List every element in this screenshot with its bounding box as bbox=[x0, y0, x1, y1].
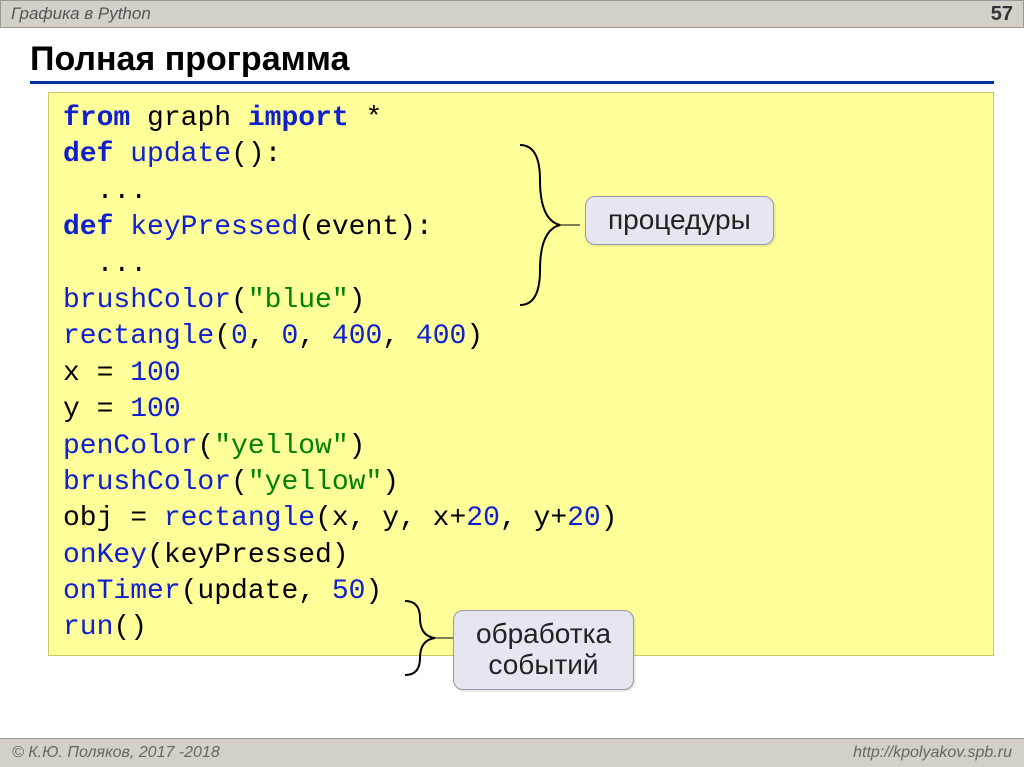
footer-link[interactable]: http://kpolyakov.spb.ru bbox=[853, 744, 1012, 762]
callout-events: обработка событий bbox=[453, 610, 634, 690]
header-topic: Графика в Python bbox=[11, 4, 151, 24]
paren-close: ) bbox=[601, 503, 618, 534]
callout-line1: обработка bbox=[476, 618, 611, 649]
callout-line2: событий bbox=[488, 649, 598, 680]
paren-close: ) bbox=[349, 431, 366, 462]
kw-from: from bbox=[63, 103, 130, 134]
paren: (event): bbox=[298, 212, 432, 243]
fn-update: update bbox=[130, 139, 231, 170]
content-area: Полная программа from graph import * def… bbox=[0, 28, 1024, 656]
comma: , bbox=[382, 321, 416, 352]
paren-close: ) bbox=[466, 321, 483, 352]
page-number: 57 bbox=[991, 3, 1013, 26]
num: 0 bbox=[281, 321, 298, 352]
star: * bbox=[366, 103, 383, 134]
args: (keyPressed) bbox=[147, 540, 349, 571]
paren-open: ( bbox=[231, 285, 248, 316]
fn-keypressed: keyPressed bbox=[130, 212, 298, 243]
assign: obj = bbox=[63, 503, 164, 534]
str-blue: "blue" bbox=[248, 285, 349, 316]
assign: x = bbox=[63, 358, 130, 389]
args: () bbox=[113, 612, 147, 643]
num: 100 bbox=[130, 358, 180, 389]
callout-text: процедуры bbox=[608, 204, 751, 235]
num: 400 bbox=[332, 321, 382, 352]
fn-pencolor: penColor bbox=[63, 431, 197, 462]
fn-run: run bbox=[63, 612, 113, 643]
module-name: graph bbox=[147, 103, 231, 134]
footer-copyright: © К.Ю. Поляков, 2017 -2018 bbox=[12, 744, 220, 762]
paren-close: ) bbox=[365, 576, 382, 607]
str-yellow: "yellow" bbox=[214, 431, 348, 462]
fn-brushcolor: brushColor bbox=[63, 285, 231, 316]
section-title: Полная программа bbox=[30, 40, 994, 84]
kw-def: def bbox=[63, 139, 113, 170]
num: 100 bbox=[130, 394, 180, 425]
fn-rectangle: rectangle bbox=[164, 503, 315, 534]
header-bar: Графика в Python 57 bbox=[0, 0, 1024, 28]
args: (update, bbox=[181, 576, 332, 607]
str-yellow: "yellow" bbox=[248, 467, 382, 498]
args: , y+ bbox=[500, 503, 567, 534]
paren-open: ( bbox=[214, 321, 231, 352]
num: 20 bbox=[466, 503, 500, 534]
fn-onkey: onKey bbox=[63, 540, 147, 571]
callout-procedures: процедуры bbox=[585, 196, 774, 245]
comma: , bbox=[248, 321, 282, 352]
ellipsis: ... bbox=[63, 176, 147, 207]
paren: (): bbox=[231, 139, 281, 170]
args: (x, y, x+ bbox=[315, 503, 466, 534]
num: 0 bbox=[231, 321, 248, 352]
fn-ontimer: onTimer bbox=[63, 576, 181, 607]
paren-close: ) bbox=[349, 285, 366, 316]
kw-import: import bbox=[248, 103, 349, 134]
comma: , bbox=[298, 321, 332, 352]
footer-bar: © К.Ю. Поляков, 2017 -2018 http://kpolya… bbox=[0, 738, 1024, 767]
assign: y = bbox=[63, 394, 130, 425]
kw-def: def bbox=[63, 212, 113, 243]
paren-open: ( bbox=[197, 431, 214, 462]
code-listing: from graph import * def update(): ... de… bbox=[48, 92, 994, 656]
fn-rectangle: rectangle bbox=[63, 321, 214, 352]
num: 50 bbox=[332, 576, 366, 607]
num: 20 bbox=[567, 503, 601, 534]
fn-brushcolor: brushColor bbox=[63, 467, 231, 498]
paren-open: ( bbox=[231, 467, 248, 498]
num: 400 bbox=[416, 321, 466, 352]
paren-close: ) bbox=[382, 467, 399, 498]
ellipsis: ... bbox=[63, 249, 147, 280]
